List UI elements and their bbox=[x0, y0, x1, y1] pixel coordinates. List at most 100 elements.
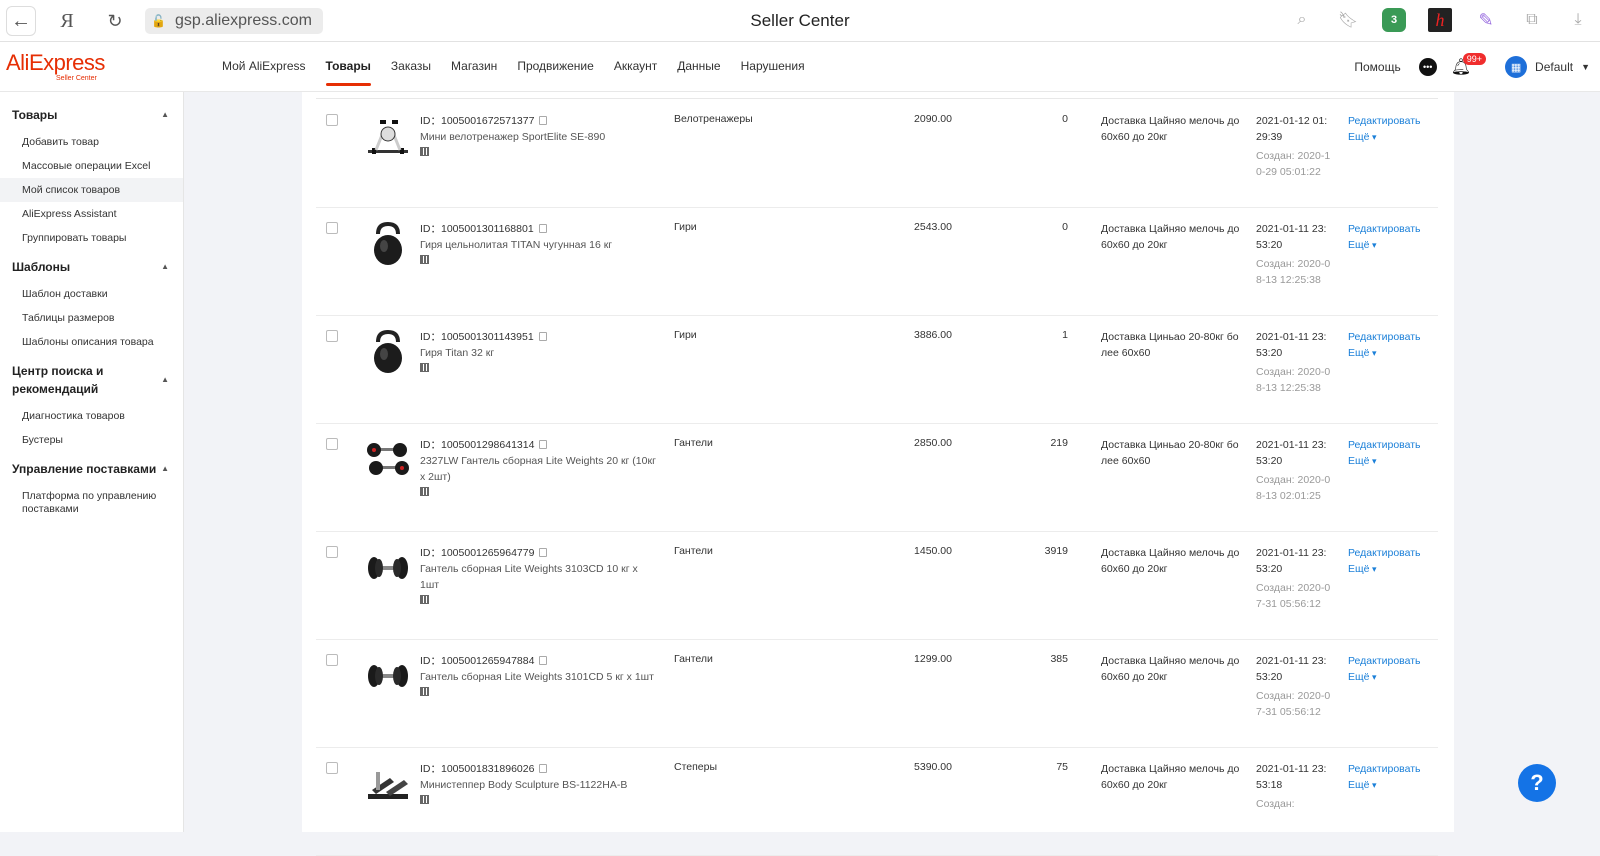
row-checkbox[interactable] bbox=[326, 654, 338, 666]
chat-icon[interactable]: ••• bbox=[1418, 58, 1437, 76]
sidebar-item[interactable]: Бустеры bbox=[0, 428, 183, 452]
nav-item[interactable]: Продвижение bbox=[507, 42, 604, 92]
sidebar-item[interactable]: Добавить товар bbox=[0, 130, 183, 154]
aliexpress-logo[interactable]: AliExpress Seller Center bbox=[6, 50, 105, 82]
updated-date: 2021-01-11 23:53:20 bbox=[1256, 439, 1327, 467]
nav-item[interactable]: Товары bbox=[316, 42, 381, 92]
qr-code-icon[interactable] bbox=[420, 147, 429, 156]
qr-code-icon[interactable] bbox=[420, 795, 429, 804]
zoom-icon[interactable]: ⌕ bbox=[1290, 8, 1314, 32]
sidebar-item[interactable]: Шаблоны описания товара bbox=[0, 330, 183, 354]
row-checkbox[interactable] bbox=[326, 222, 338, 234]
sidebar-section-title[interactable]: Центр поиска и рекомендаций ▲ bbox=[0, 362, 183, 398]
product-name[interactable]: Мини велотренажер SportElite SE-890 bbox=[420, 129, 658, 156]
copy-icon[interactable] bbox=[539, 764, 548, 773]
nav-item[interactable]: Мой AliExpress bbox=[212, 42, 316, 92]
sidebar-section-title[interactable]: Шаблоны ▲ bbox=[0, 258, 183, 276]
product-image[interactable] bbox=[362, 326, 414, 378]
qr-code-icon[interactable] bbox=[420, 487, 429, 496]
product-image[interactable] bbox=[362, 218, 414, 270]
copy-icon[interactable] bbox=[539, 656, 548, 665]
product-image[interactable] bbox=[362, 542, 414, 594]
sidebar-item[interactable]: Платформа по управлению поставками bbox=[0, 484, 183, 521]
edit-link[interactable]: Редактировать bbox=[1348, 545, 1421, 561]
more-dropdown[interactable]: Ещё bbox=[1348, 453, 1421, 469]
product-name[interactable]: Министеппер Body Sculpture BS-1122HA-B bbox=[420, 777, 658, 804]
product-image[interactable] bbox=[362, 758, 414, 810]
sidebar-item[interactable]: Шаблон доставки bbox=[0, 282, 183, 306]
nav-item[interactable]: Нарушения bbox=[731, 42, 815, 92]
copy-icon[interactable] bbox=[538, 332, 547, 341]
qr-code-icon[interactable] bbox=[420, 255, 429, 264]
row-checkbox[interactable] bbox=[326, 330, 338, 342]
edit-link[interactable]: Редактировать bbox=[1348, 221, 1421, 237]
bookmark-icon[interactable]: 🔖︎ bbox=[1336, 8, 1360, 32]
product-category: Гантели bbox=[674, 437, 713, 449]
chevron-up-icon[interactable]: ▲ bbox=[161, 371, 169, 389]
bell-icon[interactable]: 🔔︎ 99+ bbox=[1451, 53, 1487, 77]
copy-icon[interactable] bbox=[539, 116, 548, 125]
product-name[interactable]: Гиря цельнолитая TITAN чугунная 16 кг bbox=[420, 237, 658, 264]
edit-link[interactable]: Редактировать bbox=[1348, 113, 1421, 129]
nav-item[interactable]: Заказы bbox=[381, 42, 441, 92]
edit-link[interactable]: Редактировать bbox=[1348, 437, 1421, 453]
product-image[interactable] bbox=[362, 434, 414, 486]
copy-icon[interactable] bbox=[538, 224, 547, 233]
copy-icon[interactable] bbox=[539, 440, 548, 449]
chevron-up-icon[interactable]: ▲ bbox=[161, 258, 169, 276]
edit-link[interactable]: Редактировать bbox=[1348, 761, 1421, 777]
sidebar-item[interactable]: Диагностика товаров bbox=[0, 404, 183, 428]
sidebar-item[interactable]: AliExpress Assistant bbox=[0, 202, 183, 226]
product-name[interactable]: Гантель сборная Lite Weights 3101CD 5 кг… bbox=[420, 669, 658, 696]
edit-link[interactable]: Редактировать bbox=[1348, 653, 1421, 669]
product-name[interactable]: Гантель сборная Lite Weights 3103CD 10 к… bbox=[420, 561, 658, 604]
header-right: Помощь ••• 🔔︎ 99+ ▦ Default ▼ bbox=[1354, 42, 1590, 92]
sidebar-item[interactable]: Таблицы размеров bbox=[0, 306, 183, 330]
nav-item[interactable]: Магазин bbox=[441, 42, 507, 92]
product-name[interactable]: Гиря Titan 32 кг bbox=[420, 345, 658, 372]
extensions-icon[interactable]: ⧉ bbox=[1520, 8, 1544, 32]
nav-item[interactable]: Данные bbox=[667, 42, 730, 92]
chevron-up-icon[interactable]: ▲ bbox=[161, 106, 169, 124]
product-price: 2543.00 bbox=[914, 221, 952, 233]
user-name[interactable]: Default bbox=[1535, 60, 1573, 74]
notification-badge: 99+ bbox=[1462, 53, 1487, 65]
sidebar-section-title[interactable]: Товары ▲ bbox=[0, 106, 183, 124]
nav-item[interactable]: Аккаунт bbox=[604, 42, 667, 92]
copy-icon[interactable] bbox=[539, 548, 548, 557]
more-dropdown[interactable]: Ещё bbox=[1348, 669, 1421, 685]
chevron-up-icon[interactable]: ▲ bbox=[161, 460, 169, 478]
more-dropdown[interactable]: Ещё bbox=[1348, 129, 1421, 145]
more-dropdown[interactable]: Ещё bbox=[1348, 777, 1421, 793]
row-checkbox[interactable] bbox=[326, 438, 338, 450]
product-name[interactable]: 2327LW Гантель сборная Lite Weights 20 к… bbox=[420, 453, 658, 496]
help-button[interactable]: ? bbox=[1518, 764, 1556, 802]
sidebar-item[interactable]: Массовые операции Excel bbox=[0, 154, 183, 178]
downloads-icon[interactable]: ⤓ bbox=[1566, 8, 1590, 32]
help-link[interactable]: Помощь bbox=[1354, 60, 1400, 74]
product-name-text: Гиря цельнолитая TITAN чугунная 16 кг bbox=[420, 239, 613, 251]
sidebar-section: Шаблоны ▲ Шаблон доставки Таблицы размеров Ш… bbox=[0, 258, 183, 354]
chevron-down-icon[interactable]: ▼ bbox=[1581, 62, 1590, 72]
store-avatar-icon[interactable]: ▦ bbox=[1505, 56, 1528, 78]
sidebar-item[interactable]: Группировать товары bbox=[0, 226, 183, 250]
more-dropdown[interactable]: Ещё bbox=[1348, 345, 1421, 361]
more-dropdown[interactable]: Ещё bbox=[1348, 237, 1421, 253]
qr-code-icon[interactable] bbox=[420, 363, 429, 372]
extension-shield-icon[interactable]: 3 bbox=[1382, 8, 1406, 32]
row-checkbox[interactable] bbox=[326, 762, 338, 774]
more-dropdown[interactable]: Ещё bbox=[1348, 561, 1421, 577]
row-checkbox[interactable] bbox=[326, 546, 338, 558]
product-image[interactable] bbox=[362, 110, 414, 162]
edit-link[interactable]: Редактировать bbox=[1348, 329, 1421, 345]
extension-h-icon[interactable]: h bbox=[1428, 8, 1452, 32]
qr-code-icon[interactable] bbox=[420, 687, 429, 696]
qr-code-icon[interactable] bbox=[420, 595, 429, 604]
sidebar-item[interactable]: Мой список товаров bbox=[0, 178, 183, 202]
table-row: ID：1005001301168801 Гиря цельнолитая TITA… bbox=[316, 208, 1438, 316]
updated-date: 2021-01-11 23:53:18 bbox=[1256, 763, 1327, 791]
row-checkbox[interactable] bbox=[326, 114, 338, 126]
product-image[interactable] bbox=[362, 650, 414, 702]
sidebar-section-title[interactable]: Управление поставками ▲ bbox=[0, 460, 183, 478]
pen-icon[interactable]: ✎ bbox=[1474, 8, 1498, 32]
